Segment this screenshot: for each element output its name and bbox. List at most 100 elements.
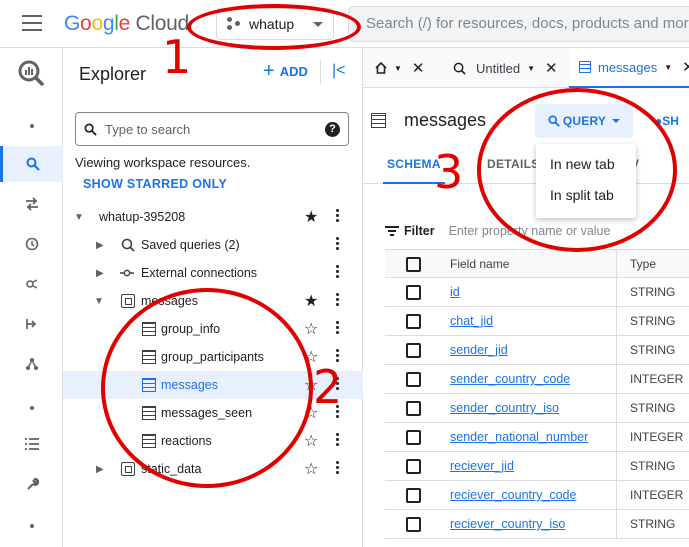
field-type: STRING (630, 285, 676, 299)
expand-triangle-icon[interactable]: ▶ (96, 464, 104, 475)
table-icon (579, 61, 591, 73)
wrench-icon[interactable] (0, 466, 63, 502)
row-checkbox[interactable] (406, 488, 421, 503)
more-options-icon[interactable] (333, 321, 341, 337)
tree-table[interactable]: group_info ☆ (63, 315, 363, 343)
tree-table[interactable]: reactions ☆ (63, 427, 363, 455)
left-nav-rail (0, 48, 63, 547)
field-name-link[interactable]: reciever_jid (450, 459, 514, 473)
row-checkbox[interactable] (406, 430, 421, 445)
list-icon[interactable] (0, 426, 63, 462)
schema-filter[interactable]: Filter Enter property name or value (385, 216, 689, 246)
expand-triangle-icon[interactable]: ▶ (96, 268, 104, 279)
close-icon[interactable]: ✕ (682, 58, 689, 76)
star-outline-icon[interactable]: ☆ (304, 459, 318, 479)
collapse-panel-icon[interactable]: |< (332, 62, 346, 80)
collapse-triangle-icon[interactable]: ▼ (94, 296, 104, 307)
bigquery-logo-icon[interactable] (16, 58, 46, 88)
rail-dot[interactable] (0, 508, 63, 544)
help-icon[interactable]: ? (325, 121, 340, 137)
tab-messages[interactable]: messages ▼ ✕ (569, 48, 689, 88)
field-type: INTEGER (630, 430, 684, 444)
schema-row: reciever_country_code INTEGER (385, 481, 689, 510)
more-options-icon[interactable] (333, 433, 341, 449)
more-options-icon[interactable] (333, 237, 341, 253)
divider (320, 60, 321, 84)
row-checkbox[interactable] (406, 401, 421, 416)
schema-row: sender_country_code INTEGER (385, 365, 689, 394)
tree-dataset-static-data[interactable]: ▶ static_data ☆ (63, 455, 363, 483)
field-name-link[interactable]: reciever_country_code (450, 488, 576, 502)
collapse-triangle-icon[interactable]: ▼ (74, 212, 84, 223)
star-filled-icon[interactable]: ★ (304, 207, 318, 227)
analytics-hub-icon[interactable] (0, 266, 63, 302)
global-search-input[interactable]: Search (/) for resources, docs, products… (348, 6, 689, 42)
field-name-link[interactable]: id (450, 285, 460, 299)
close-icon[interactable]: ✕ (412, 59, 425, 77)
tree-dataset-messages[interactable]: ▼ messages ★ (63, 287, 363, 315)
explorer-search-input[interactable]: Type to search ? (75, 112, 349, 146)
field-name-link[interactable]: reciever_country_iso (450, 517, 565, 531)
more-options-icon[interactable] (333, 209, 341, 225)
tree-saved-queries[interactable]: ▶ Saved queries (2) (63, 231, 363, 259)
field-name-link[interactable]: sender_country_iso (450, 401, 559, 415)
add-button[interactable]: + ADD (263, 60, 308, 82)
menu-item-split-tab[interactable]: In split tab (550, 187, 614, 203)
table-icon (142, 378, 156, 392)
star-filled-icon[interactable]: ★ (304, 291, 318, 311)
schema-row: sender_country_iso STRING (385, 394, 689, 423)
field-name-link[interactable]: sender_country_code (450, 372, 570, 386)
scheduled-queries-icon[interactable] (0, 226, 63, 262)
tab-home[interactable]: ▼ ✕ (375, 48, 425, 88)
more-options-icon[interactable] (333, 265, 341, 281)
schema-table: Field name Type id STRING chat_jid STRING se… (385, 249, 689, 539)
row-checkbox[interactable] (406, 372, 421, 387)
transfers-icon[interactable] (0, 186, 63, 222)
project-picker[interactable]: whatup (216, 8, 334, 40)
chevron-down-icon[interactable]: ▼ (664, 63, 672, 72)
field-name-link[interactable]: sender_national_number (450, 430, 588, 444)
more-options-icon[interactable] (333, 293, 341, 309)
tab-details[interactable]: DETAILS (483, 148, 544, 184)
close-icon[interactable]: ✕ (545, 59, 558, 77)
tab-untitled[interactable]: Untitled ▼ ✕ (453, 48, 558, 88)
filter-icon (385, 226, 399, 236)
hamburger-menu-icon[interactable] (22, 15, 42, 31)
rail-dot[interactable] (0, 108, 63, 144)
table-heading: messages (371, 110, 486, 131)
field-type: INTEGER (630, 372, 684, 386)
row-checkbox[interactable] (406, 314, 421, 329)
row-checkbox[interactable] (406, 517, 421, 532)
dataform-icon[interactable] (0, 306, 63, 342)
more-options-icon[interactable] (333, 461, 341, 477)
star-outline-icon[interactable]: ☆ (304, 431, 318, 451)
data-lineage-icon[interactable] (0, 346, 63, 382)
project-name: whatup (249, 16, 295, 32)
star-outline-icon[interactable]: ☆ (304, 319, 318, 339)
row-checkbox[interactable] (406, 285, 421, 300)
home-icon (375, 62, 387, 74)
field-name-link[interactable]: sender_jid (450, 343, 508, 357)
share-button[interactable]: ●SH (655, 114, 679, 128)
row-checkbox[interactable] (406, 459, 421, 474)
dataset-icon (121, 462, 135, 476)
tree-external-connections[interactable]: ▶ External connections (63, 259, 363, 287)
select-all-checkbox[interactable] (406, 257, 421, 272)
field-type: INTEGER (630, 488, 684, 502)
field-type: STRING (630, 459, 676, 473)
chevron-down-icon[interactable]: ▼ (527, 64, 535, 73)
rail-dot[interactable] (0, 390, 63, 426)
query-button[interactable]: QUERY (535, 104, 633, 138)
search-icon[interactable] (0, 146, 63, 182)
chevron-down-icon[interactable]: ▼ (394, 64, 402, 73)
row-checkbox[interactable] (406, 343, 421, 358)
table-icon (371, 113, 386, 128)
show-starred-only-link[interactable]: SHOW STARRED ONLY (83, 177, 227, 191)
expand-triangle-icon[interactable]: ▶ (96, 240, 104, 251)
menu-item-new-tab[interactable]: In new tab (550, 156, 615, 172)
annotation-number-2: 2 (313, 360, 343, 414)
chevron-down-icon (313, 21, 323, 27)
tree-project[interactable]: ▼ whatup-395208 ★ (63, 203, 363, 231)
plus-icon: + (263, 60, 275, 82)
field-name-link[interactable]: chat_jid (450, 314, 493, 328)
